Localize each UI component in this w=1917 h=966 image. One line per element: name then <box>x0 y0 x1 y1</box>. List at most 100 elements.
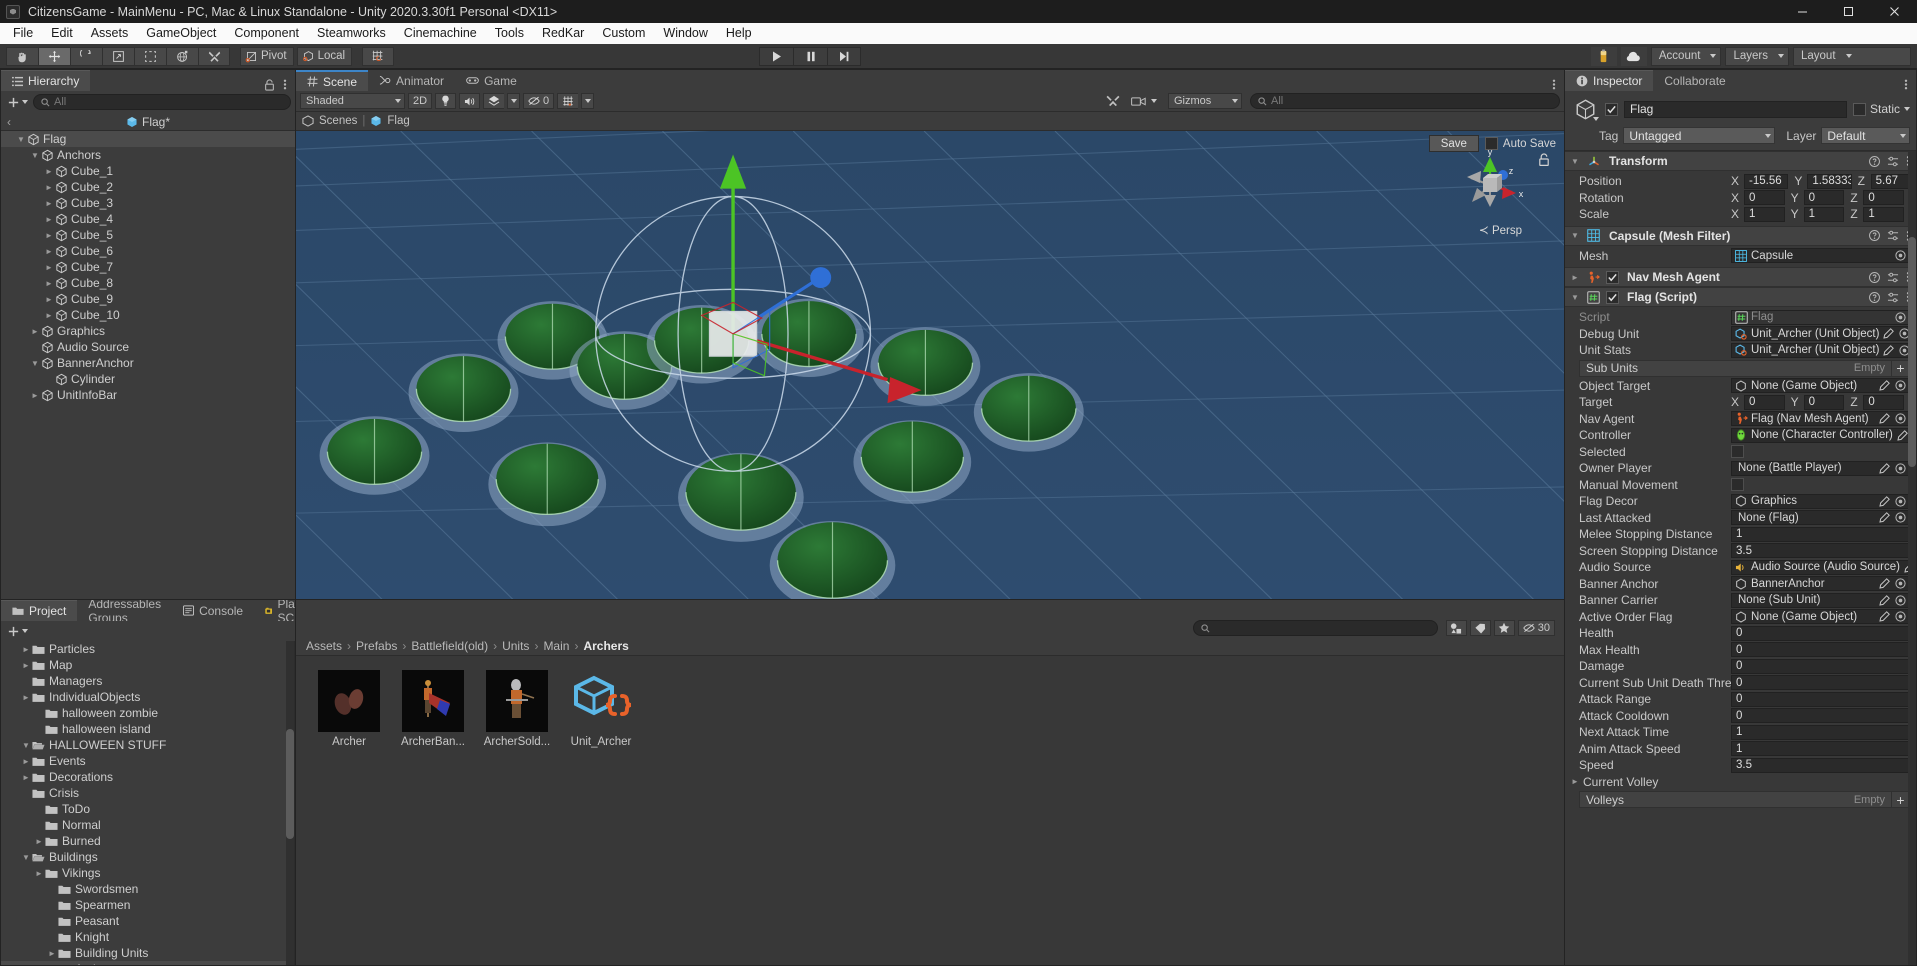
hierarchy-item[interactable]: ▼ BannerAnchor <box>1 355 295 371</box>
edit-reference-button[interactable] <box>1896 429 1909 441</box>
project-asset-grid[interactable]: Archer ArcherBan... ArcherSold... Unit_Arch… <box>296 656 1564 965</box>
help-icon[interactable] <box>1869 155 1880 167</box>
project-tree-item[interactable]: ► Vikings <box>1 865 294 881</box>
object-reference-field[interactable]: Unit_Archer (Unit Object) <box>1731 342 1915 358</box>
object-picker-button[interactable] <box>1894 463 1907 474</box>
menu-steamworks[interactable]: Steamworks <box>308 23 395 44</box>
preset-icon[interactable] <box>1887 156 1899 167</box>
hierarchy-item[interactable]: ► Cube_9 <box>1 291 295 307</box>
number-input[interactable]: 3.5 <box>1731 543 1910 559</box>
component-header[interactable]: ▼ Flag (Script) <box>1565 287 1916 307</box>
project-tree-item[interactable]: Swordsmen <box>1 881 294 897</box>
tab-plastic-scm[interactable]: Plastic SCM <box>254 600 295 621</box>
edit-reference-button[interactable] <box>1878 611 1891 622</box>
maximize-button[interactable] <box>1825 0 1871 23</box>
number-input[interactable]: 1 <box>1731 741 1910 757</box>
number-input[interactable]: 0 <box>1731 691 1910 707</box>
edit-reference-button[interactable] <box>1878 578 1891 589</box>
object-reference-field[interactable]: Flag <box>1731 309 1910 325</box>
boolean-checkbox[interactable] <box>1731 478 1744 492</box>
hierarchy-item[interactable]: ► Cube_2 <box>1 179 295 195</box>
preset-icon[interactable] <box>1887 292 1899 303</box>
add-array-element-button[interactable]: + <box>1891 792 1909 808</box>
project-tree-item[interactable]: ► Events <box>1 753 294 769</box>
project-tree-item[interactable]: Peasant <box>1 913 294 929</box>
chevron-down-icon[interactable]: ▼ <box>20 741 32 750</box>
number-input[interactable]: 1 <box>1731 724 1910 740</box>
tab-game[interactable]: Game <box>455 70 528 91</box>
account-dropdown[interactable]: Account <box>1650 46 1722 66</box>
hierarchy-item[interactable]: ► Cube_3 <box>1 195 295 211</box>
foldout-field[interactable]: ► Current Volley <box>1565 774 1916 791</box>
project-tree-item[interactable]: halloween island <box>1 721 294 737</box>
project-tree-item[interactable]: Managers <box>1 673 294 689</box>
project-tree-item[interactable]: Crisis <box>1 785 294 801</box>
auto-save-checkbox[interactable] <box>1484 137 1498 150</box>
scene-search-input[interactable]: All <box>1250 93 1560 109</box>
object-reference-field[interactable]: Flag (Nav Mesh Agent) <box>1731 411 1910 427</box>
hierarchy-item[interactable]: Audio Source <box>1 339 295 355</box>
boolean-checkbox[interactable] <box>1731 445 1744 459</box>
kebab-menu-icon[interactable] <box>283 78 287 91</box>
hierarchy-item[interactable]: Cylinder <box>1 371 295 387</box>
hierarchy-tree[interactable]: ▼ Flag ▼ Anchors ► Cube_1 ► Cube_2 ► Cube_3 ► Cube_… <box>1 131 295 599</box>
number-input[interactable]: 3.5 <box>1731 757 1910 773</box>
menu-assets[interactable]: Assets <box>82 23 138 44</box>
project-breadcrumb[interactable]: Assets › Prefabs › Battlefield(old) › Units › Ma… <box>296 636 1564 656</box>
layer-dropdown[interactable]: Default <box>1821 127 1910 144</box>
hand-tool-button[interactable] <box>6 46 38 66</box>
component-enabled-checkbox[interactable] <box>1606 270 1619 284</box>
lock-icon[interactable] <box>264 78 275 91</box>
breadcrumb-segment[interactable]: Units <box>502 639 529 653</box>
chevron-down-icon[interactable]: ▼ <box>1569 157 1581 166</box>
save-button[interactable]: Save <box>1428 135 1479 152</box>
hierarchy-item[interactable]: ► Cube_1 <box>1 163 295 179</box>
chevron-down-icon[interactable]: ▼ <box>29 359 41 368</box>
axis-input-y[interactable]: 1 <box>1803 206 1845 222</box>
project-tree-item[interactable]: halloween zombie <box>1 705 294 721</box>
chevron-right-icon[interactable]: ► <box>43 263 55 272</box>
scrollbar-thumb[interactable] <box>1908 237 1916 467</box>
edit-reference-button[interactable] <box>1878 594 1891 606</box>
kebab-menu-icon[interactable] <box>1552 78 1556 91</box>
project-tree-item[interactable]: ► IndividualObjects <box>1 689 294 705</box>
chevron-right-icon[interactable]: ► <box>43 199 55 208</box>
chevron-right-icon[interactable]: ► <box>1569 273 1581 282</box>
filter-by-type-button[interactable] <box>1445 620 1467 636</box>
edit-reference-button[interactable] <box>1878 512 1891 523</box>
auto-save-toggle[interactable]: Auto Save <box>1484 137 1556 150</box>
close-button[interactable] <box>1871 0 1917 23</box>
tab-hierarchy[interactable]: Hierarchy <box>1 70 91 91</box>
axis-input-z[interactable]: 0 <box>1863 190 1905 206</box>
edit-reference-button[interactable] <box>1878 380 1891 391</box>
hierarchy-back-button[interactable]: ‹ <box>7 115 11 129</box>
chevron-down-icon[interactable] <box>1593 117 1599 121</box>
chevron-down-icon[interactable]: ▼ <box>20 853 32 862</box>
project-tree-item[interactable]: ► Particles <box>1 641 294 657</box>
chevron-right-icon[interactable]: ► <box>43 279 55 288</box>
number-input[interactable]: 0 <box>1731 642 1910 658</box>
help-icon[interactable] <box>1869 230 1880 241</box>
number-input[interactable]: 0 <box>1731 708 1910 724</box>
menu-file[interactable]: File <box>4 23 42 44</box>
chevron-right-icon[interactable]: ► <box>43 311 55 320</box>
hierarchy-item[interactable]: ▼ Anchors <box>1 147 295 163</box>
scene-fx-button[interactable] <box>483 93 504 109</box>
project-folder-tree[interactable]: ► Particles ► Map Managers ► IndividualObjects… <box>1 641 295 965</box>
object-picker-button[interactable] <box>1894 380 1907 391</box>
breadcrumb-segment[interactable]: Battlefield(old) <box>411 639 488 653</box>
number-input[interactable]: 0 <box>1731 675 1910 691</box>
rotate-tool-button[interactable] <box>70 46 102 66</box>
layout-dropdown[interactable]: Layout <box>1792 46 1911 66</box>
help-icon[interactable] <box>1869 271 1880 283</box>
tab-console[interactable]: Console <box>172 600 254 621</box>
tab-collaborate[interactable]: Collaborate <box>1653 70 1736 91</box>
array-field[interactable]: Sub Units Empty + <box>1579 359 1910 377</box>
chevron-down-icon[interactable]: ▼ <box>15 135 27 144</box>
hierarchy-item[interactable]: ► Cube_4 <box>1 211 295 227</box>
minimize-button[interactable] <box>1779 0 1825 23</box>
project-tree-item[interactable]: Normal <box>1 817 294 833</box>
chevron-down-icon[interactable] <box>1151 99 1157 103</box>
hierarchy-item[interactable]: ► Graphics <box>1 323 295 339</box>
chevron-right-icon[interactable]: ► <box>20 645 32 654</box>
